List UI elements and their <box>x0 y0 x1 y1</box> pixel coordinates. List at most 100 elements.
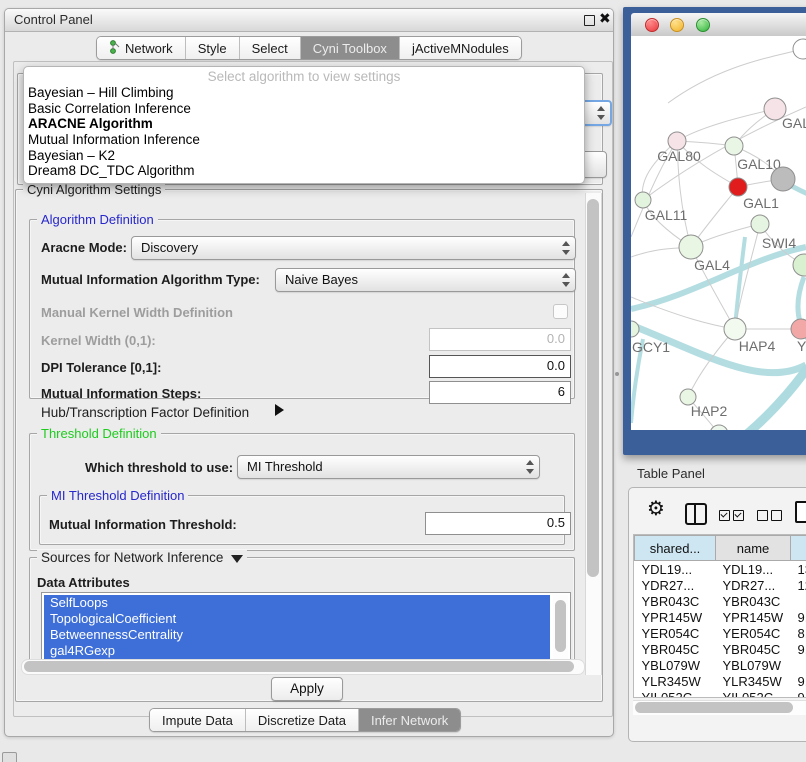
table-cell[interactable]: YPR145W <box>716 609 791 625</box>
table-row[interactable]: YIL052CYIL052C9 <box>635 689 806 698</box>
table-cell[interactable] <box>791 657 806 673</box>
attribute-item[interactable]: TopologicalCoefficient <box>44 611 550 627</box>
dpi-tolerance-field[interactable]: 0.0 <box>429 355 571 378</box>
algorithm-option[interactable]: Basic Correlation Inference <box>24 101 584 117</box>
tab-infer-network[interactable]: Infer Network <box>359 709 460 731</box>
attribute-item[interactable]: gal4RGexp <box>44 643 550 659</box>
table-row[interactable]: YBL079WYBL079W <box>635 657 806 673</box>
network-node[interactable] <box>631 321 639 337</box>
table-cell[interactable]: YDR27... <box>635 577 716 593</box>
network-canvas[interactable]: GALGAL80GAL10GAL1GAL11SWI4GAL4GCY1HAP4YH… <box>631 36 806 430</box>
algorithm-option[interactable]: Bayesian – K2 <box>24 148 584 164</box>
gear-icon[interactable]: ⚙ <box>647 499 665 519</box>
collapsed-panel-icon[interactable] <box>2 752 17 762</box>
network-node[interactable] <box>635 192 651 208</box>
table-hscrollbar[interactable] <box>633 700 806 715</box>
list-scrollbar[interactable] <box>553 595 568 664</box>
table-row[interactable]: YER054CYER054C8. <box>635 625 806 641</box>
splitter-handle[interactable] <box>615 372 619 376</box>
table-cell[interactable]: 9. <box>791 641 806 657</box>
apply-button[interactable]: Apply <box>271 677 343 701</box>
network-node[interactable] <box>793 254 806 276</box>
table-cell[interactable]: YDR27... <box>716 577 791 593</box>
tab-network[interactable]: Network <box>97 37 186 59</box>
attribute-item[interactable]: BetweennessCentrality <box>44 627 550 643</box>
tab-style[interactable]: Style <box>186 37 240 59</box>
table-cell[interactable]: YDL19... <box>635 561 716 578</box>
table-cell[interactable]: 9 <box>791 689 806 698</box>
deselect-all-columns-icon[interactable] <box>757 508 785 526</box>
which-threshold-combo[interactable]: MI Threshold <box>237 455 540 479</box>
algorithm-option[interactable]: Mutual Information Inference <box>24 132 584 148</box>
network-node[interactable] <box>751 215 769 233</box>
algorithm-option[interactable]: Bayesian – Hill Climbing <box>24 85 584 101</box>
table-cell[interactable]: YLR345W <box>635 673 716 689</box>
settings-vscrollbar-thumb[interactable] <box>587 199 599 577</box>
tab-jactivemnodules[interactable]: jActiveMNodules <box>400 37 521 59</box>
expand-arrow-icon[interactable] <box>275 404 284 416</box>
hub-definition-label[interactable]: Hub/Transcription Factor Definition <box>41 405 249 420</box>
table-hscrollbar-thumb[interactable] <box>635 702 793 713</box>
table-cell[interactable]: YBL079W <box>635 657 716 673</box>
network-node[interactable] <box>793 39 806 59</box>
network-node[interactable] <box>679 235 703 259</box>
table-row[interactable]: YPR145WYPR145W9. <box>635 609 806 625</box>
algorithm-option[interactable]: Dream8 DC_TDC Algorithm <box>24 163 584 179</box>
mi-steps-field[interactable]: 6 <box>429 381 571 404</box>
network-node[interactable] <box>791 319 806 339</box>
table-cell[interactable] <box>791 593 806 609</box>
algorithm-option[interactable]: ARACNE Algorithm <box>24 116 584 132</box>
column-header[interactable]: shared... <box>635 536 716 561</box>
tab-cyni-toolbox[interactable]: Cyni Toolbox <box>301 37 400 59</box>
table-row[interactable]: YBR043CYBR043C <box>635 593 806 609</box>
network-edge[interactable] <box>668 49 803 103</box>
network-node[interactable] <box>729 178 747 196</box>
table-cell[interactable]: YIL052C <box>635 689 716 698</box>
table-row[interactable]: YDR27...YDR27...12 <box>635 577 806 593</box>
table-cell[interactable]: YER054C <box>716 625 791 641</box>
network-edge[interactable] <box>677 109 775 141</box>
table-cell[interactable]: 12 <box>791 577 806 593</box>
table-cell[interactable]: YBR045C <box>716 641 791 657</box>
network-node[interactable] <box>771 167 795 191</box>
table-cell[interactable]: YBR043C <box>716 593 791 609</box>
settings-vscrollbar[interactable] <box>585 193 602 675</box>
table-cell[interactable]: YIL052C <box>716 689 791 698</box>
mi-threshold-field[interactable]: 0.5 <box>425 512 571 535</box>
data-attributes-list[interactable]: SelfLoopsTopologicalCoefficientBetweenne… <box>41 592 571 667</box>
sources-title[interactable]: Sources for Network Inference <box>37 550 247 565</box>
network-edge[interactable] <box>736 367 806 430</box>
settings-hscrollbar[interactable] <box>21 659 585 675</box>
settings-hscrollbar-thumb[interactable] <box>24 661 574 672</box>
column-header[interactable]: name <box>716 536 791 561</box>
column-layout-icon[interactable] <box>685 503 707 525</box>
table-cell[interactable]: YBR043C <box>635 593 716 609</box>
table-cell[interactable]: YDL19... <box>716 561 791 578</box>
table-cell[interactable]: YBL079W <box>716 657 791 673</box>
minimize-traffic-light[interactable] <box>670 18 684 32</box>
tab-impute-data[interactable]: Impute Data <box>150 709 246 731</box>
zoom-traffic-light[interactable] <box>696 18 710 32</box>
table-cell[interactable]: YBR045C <box>635 641 716 657</box>
attribute-item[interactable]: SelfLoops <box>44 595 550 611</box>
aracne-mode-combo[interactable]: Discovery <box>131 236 576 260</box>
tab-discretize-data[interactable]: Discretize Data <box>246 709 359 731</box>
close-icon[interactable]: ✖ <box>599 10 611 27</box>
kernel-width-field[interactable]: 0.0 <box>429 328 571 351</box>
select-all-columns-icon[interactable] <box>719 508 747 526</box>
table-cell[interactable]: 13 <box>791 561 806 578</box>
manual-kernel-checkbox[interactable] <box>553 304 568 319</box>
table-row[interactable]: YDL19...YDL19...13 <box>635 561 806 578</box>
mi-type-combo[interactable]: Naive Bayes <box>275 268 576 292</box>
network-node[interactable] <box>725 137 743 155</box>
tab-select[interactable]: Select <box>240 37 301 59</box>
network-node[interactable] <box>724 318 746 340</box>
list-scrollbar-thumb[interactable] <box>555 600 566 652</box>
table-cell[interactable]: YER054C <box>635 625 716 641</box>
network-edge[interactable] <box>735 237 745 329</box>
close-traffic-light[interactable] <box>645 18 659 32</box>
table-cell[interactable]: YLR345W <box>716 673 791 689</box>
float-window-icon[interactable] <box>584 15 595 26</box>
table-cell[interactable]: 8. <box>791 625 806 641</box>
table-cell[interactable]: YPR145W <box>635 609 716 625</box>
